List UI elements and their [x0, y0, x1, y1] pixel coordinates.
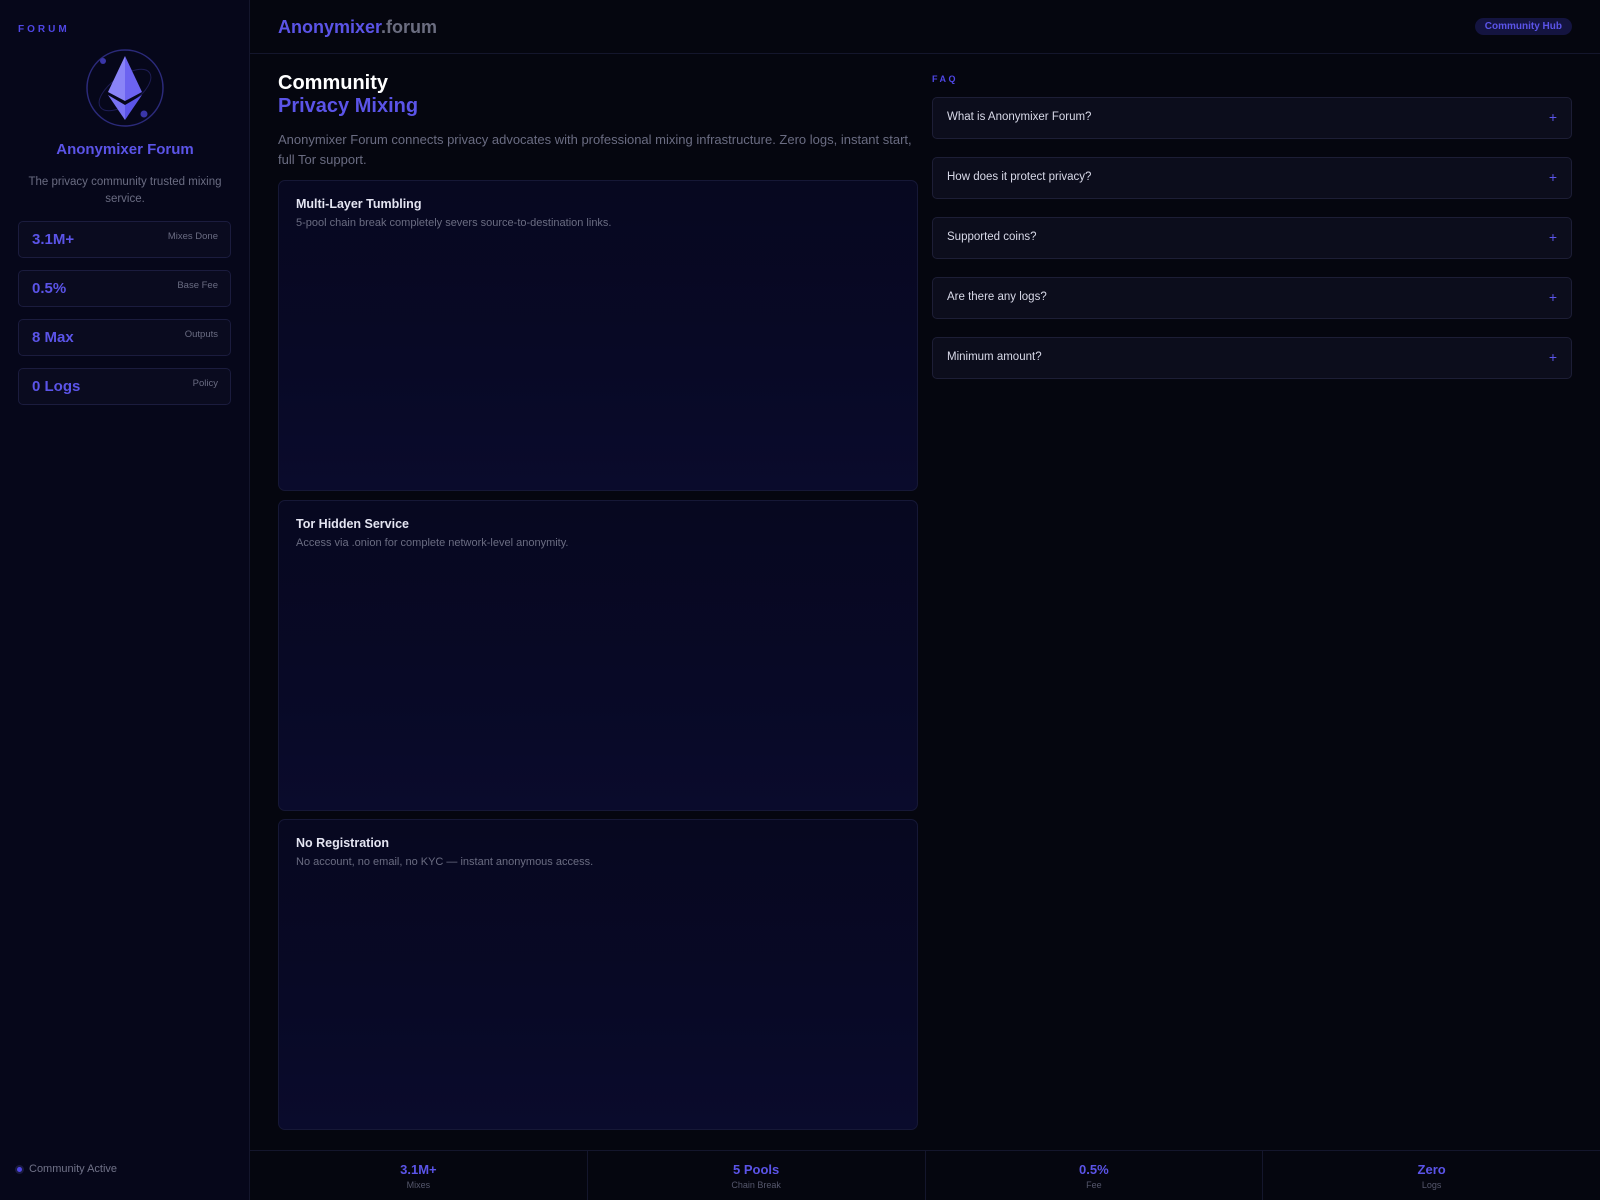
- brand-logo[interactable]: Anonymixer.forum: [278, 17, 437, 38]
- hero-description: Anonymixer Forum connects privacy advoca…: [278, 132, 912, 167]
- stat-label: Policy: [192, 378, 218, 389]
- plus-icon[interactable]: +: [1549, 109, 1557, 125]
- community-status: Community Active: [15, 1163, 117, 1175]
- feature-title: Tor Hidden Service: [296, 517, 409, 531]
- brand-name: Anonymixer: [278, 17, 382, 37]
- footer-stat-label: Logs: [1421, 1180, 1442, 1190]
- sidebar-kicker: FORUM: [18, 24, 70, 35]
- stat-value: 3.1M+: [32, 231, 75, 248]
- footer-stat-fee: 0.5% Fee: [924, 1151, 1263, 1200]
- plus-icon[interactable]: +: [1549, 289, 1557, 305]
- page-subtitle: Privacy Mixing: [278, 95, 419, 117]
- status-dot-icon: [15, 1164, 24, 1174]
- faq-question: How does it protect privacy?: [947, 171, 1092, 183]
- faq-question: Supported coins?: [947, 231, 1037, 243]
- footer-stats: 3.1M+ Mixes 5 Pools Chain Break 0.5% Fee…: [250, 1150, 1600, 1200]
- faq-question: Are there any logs?: [947, 291, 1047, 303]
- footer-stat-label: Fee: [1086, 1180, 1102, 1190]
- sidebar-title: Anonymixer Forum: [56, 141, 194, 158]
- faq-item[interactable]: Supported coins? +: [932, 217, 1572, 259]
- feature-card-tor: Tor Hidden Service Access via .onion for…: [278, 500, 918, 811]
- faq-item[interactable]: Minimum amount? +: [932, 337, 1572, 379]
- ethereum-logo-icon: [85, 48, 165, 128]
- feature-card-tumbling: Multi-Layer Tumbling 5-pool chain break …: [278, 180, 918, 491]
- faq-item[interactable]: How does it protect privacy? +: [932, 157, 1572, 199]
- stat-value: 8 Max: [32, 329, 74, 346]
- community-hub-badge[interactable]: Community Hub: [1474, 18, 1572, 35]
- faq-heading: FAQ: [932, 74, 959, 84]
- faq-item[interactable]: Are there any logs? +: [932, 277, 1572, 319]
- stat-card-logs: 0 Logs Policy: [18, 368, 231, 405]
- stat-value: 0.5%: [32, 280, 67, 297]
- status-text: Community Active: [29, 1163, 118, 1175]
- footer-stat-value: 5 Pools: [733, 1162, 780, 1177]
- feature-title: Multi-Layer Tumbling: [296, 197, 422, 211]
- footer-stat-value: Zero: [1417, 1162, 1446, 1177]
- feature-description: No account, no email, no KYC — instant a…: [296, 856, 594, 868]
- footer-stat-mixes: 3.1M+ Mixes: [250, 1151, 587, 1200]
- plus-icon[interactable]: +: [1549, 229, 1557, 245]
- sidebar: FORUM Anonymixer Forum The privacy commu…: [0, 0, 250, 1200]
- faq-item[interactable]: What is Anonymixer Forum? +: [932, 97, 1572, 139]
- feature-title: No Registration: [296, 836, 390, 850]
- plus-icon[interactable]: +: [1549, 169, 1557, 185]
- feature-description: Access via .onion for complete network-l…: [296, 537, 569, 549]
- sidebar-description: The privacy community trusted mixing ser…: [28, 176, 222, 205]
- stat-label: Base Fee: [177, 280, 218, 291]
- stat-card-fee: 0.5% Base Fee: [18, 270, 231, 307]
- stat-value: 0 Logs: [32, 378, 81, 395]
- faq-question: What is Anonymixer Forum?: [947, 111, 1092, 123]
- page-title: Community: [278, 72, 388, 94]
- stat-card-mixes: 3.1M+ Mixes Done: [18, 221, 231, 258]
- top-bar: Anonymixer.forum Community Hub: [250, 0, 1600, 54]
- feature-description: 5-pool chain break completely severs sou…: [296, 217, 612, 229]
- footer-stat-pools: 5 Pools Chain Break: [586, 1151, 925, 1200]
- brand-suffix: .forum: [381, 17, 438, 37]
- footer-stat-logs: Zero Logs: [1262, 1151, 1600, 1200]
- footer-stat-value: 0.5%: [1079, 1162, 1109, 1177]
- feature-card-no-registration: No Registration No account, no email, no…: [278, 819, 918, 1130]
- stat-label: Mixes Done: [167, 231, 218, 242]
- footer-stat-label: Chain Break: [731, 1180, 781, 1190]
- faq-question: Minimum amount?: [947, 351, 1042, 363]
- stat-card-outputs: 8 Max Outputs: [18, 319, 231, 356]
- stat-label: Outputs: [184, 329, 218, 340]
- plus-icon[interactable]: +: [1549, 349, 1557, 365]
- footer-stat-label: Mixes: [406, 1180, 431, 1190]
- footer-stat-value: 3.1M+: [400, 1162, 437, 1177]
